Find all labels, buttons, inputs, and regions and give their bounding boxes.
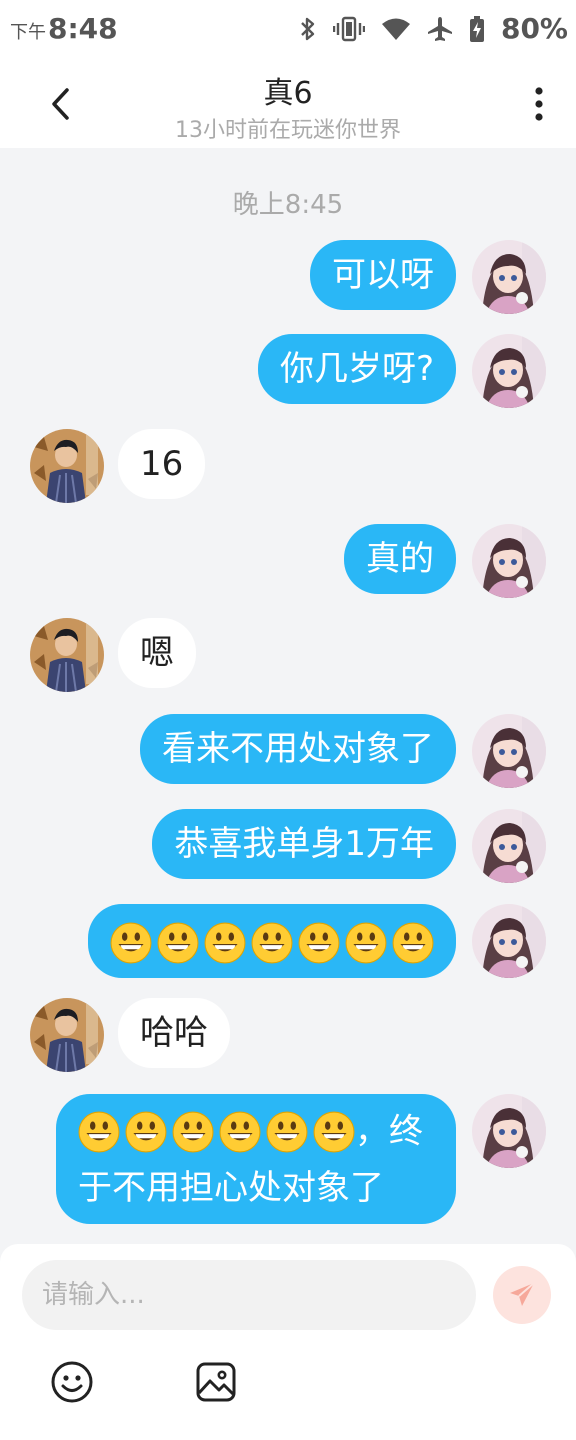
message-text: ，终 — [355, 1111, 423, 1152]
battery-charging-icon — [469, 15, 484, 42]
emoji-group — [78, 1111, 355, 1153]
airplane-icon — [427, 16, 452, 41]
message-row — [0, 904, 576, 978]
more-options-button[interactable] — [524, 82, 554, 126]
emoji-group — [110, 922, 434, 964]
send-icon — [510, 1282, 535, 1306]
my-message-bubble[interactable]: 看来不用处对象了 — [140, 714, 456, 784]
contact-name: 真6 — [263, 76, 313, 111]
contact-avatar[interactable] — [30, 429, 104, 503]
grinning-face-emoji-icon — [345, 922, 387, 964]
message-row: 可以呀 — [0, 240, 576, 314]
grinning-face-emoji-icon — [125, 1111, 167, 1153]
my-avatar[interactable] — [472, 809, 546, 883]
message-list[interactable]: 晚上8:45 可以呀 你几岁呀? 16 真的 嗯 看来不用处对象了 恭喜我单身1… — [0, 148, 576, 1244]
grinning-face-emoji-icon — [392, 922, 434, 964]
status-time: 8:48 — [48, 12, 118, 45]
message-input[interactable] — [22, 1260, 476, 1330]
grinning-face-emoji-icon — [78, 1111, 120, 1153]
grinning-face-emoji-icon — [110, 922, 152, 964]
grinning-face-emoji-icon — [204, 922, 246, 964]
grinning-face-emoji-icon — [313, 1111, 355, 1153]
battery-percentage: 80% — [500, 12, 568, 45]
status-bar: 下午8:48 80% — [0, 0, 576, 62]
message-row: ，终 于不用担心处对象了 — [0, 1094, 576, 1234]
contact-message-bubble[interactable]: 16 — [118, 429, 206, 499]
message-timestamp: 晚上8:45 — [232, 190, 344, 220]
my-avatar[interactable] — [472, 714, 546, 788]
message-row: 哈哈 — [0, 998, 576, 1072]
chat-header: 真6 13小时前在玩迷你世界 — [0, 62, 576, 148]
my-message-bubble[interactable] — [88, 904, 456, 978]
status-period: 下午 — [10, 22, 46, 43]
contact-message-bubble[interactable]: 嗯 — [118, 618, 196, 688]
message-row: 你几岁呀? — [0, 334, 576, 408]
grinning-face-emoji-icon — [157, 922, 199, 964]
message-row: 嗯 — [0, 618, 576, 692]
status-icons: 80% — [299, 12, 568, 45]
grinning-face-emoji-icon — [172, 1111, 214, 1153]
emoji-button[interactable] — [50, 1360, 94, 1404]
my-message-bubble[interactable]: 恭喜我单身1万年 — [152, 809, 456, 879]
contact-message-bubble[interactable]: 哈哈 — [118, 998, 230, 1068]
my-avatar[interactable] — [472, 240, 546, 314]
more-vertical-icon — [535, 87, 543, 121]
send-button[interactable] — [493, 1266, 551, 1324]
message-row: 看来不用处对象了 — [0, 714, 576, 788]
image-button[interactable] — [194, 1360, 238, 1404]
my-avatar[interactable] — [472, 334, 546, 408]
message-text: 于不用担心处对象了 — [78, 1167, 384, 1208]
grinning-face-emoji-icon — [219, 1111, 261, 1153]
contact-avatar[interactable] — [30, 998, 104, 1072]
my-avatar[interactable] — [472, 524, 546, 598]
contact-status: 13小时前在玩迷你世界 — [175, 118, 401, 143]
message-row: 恭喜我单身1万年 — [0, 809, 576, 883]
my-message-bubble[interactable]: 可以呀 — [310, 240, 456, 310]
my-avatar[interactable] — [472, 904, 546, 978]
my-message-bubble[interactable]: 真的 — [344, 524, 456, 594]
my-avatar[interactable] — [472, 1094, 546, 1168]
vibrate-icon — [332, 16, 365, 41]
grinning-face-emoji-icon — [266, 1111, 308, 1153]
wifi-icon — [381, 18, 410, 40]
composer — [0, 1244, 576, 1440]
image-icon — [196, 1362, 236, 1402]
contact-avatar[interactable] — [30, 618, 104, 692]
message-row: 真的 — [0, 524, 576, 598]
grinning-face-emoji-icon — [251, 922, 293, 964]
message-row: 16 — [0, 429, 576, 503]
grinning-face-emoji-icon — [298, 922, 340, 964]
emoji-smile-icon — [51, 1361, 93, 1403]
my-message-bubble[interactable]: ，终 于不用担心处对象了 — [56, 1094, 456, 1224]
bluetooth-icon — [301, 17, 315, 40]
status-clock: 下午8:48 — [10, 12, 118, 45]
my-message-bubble[interactable]: 你几岁呀? — [257, 334, 456, 404]
